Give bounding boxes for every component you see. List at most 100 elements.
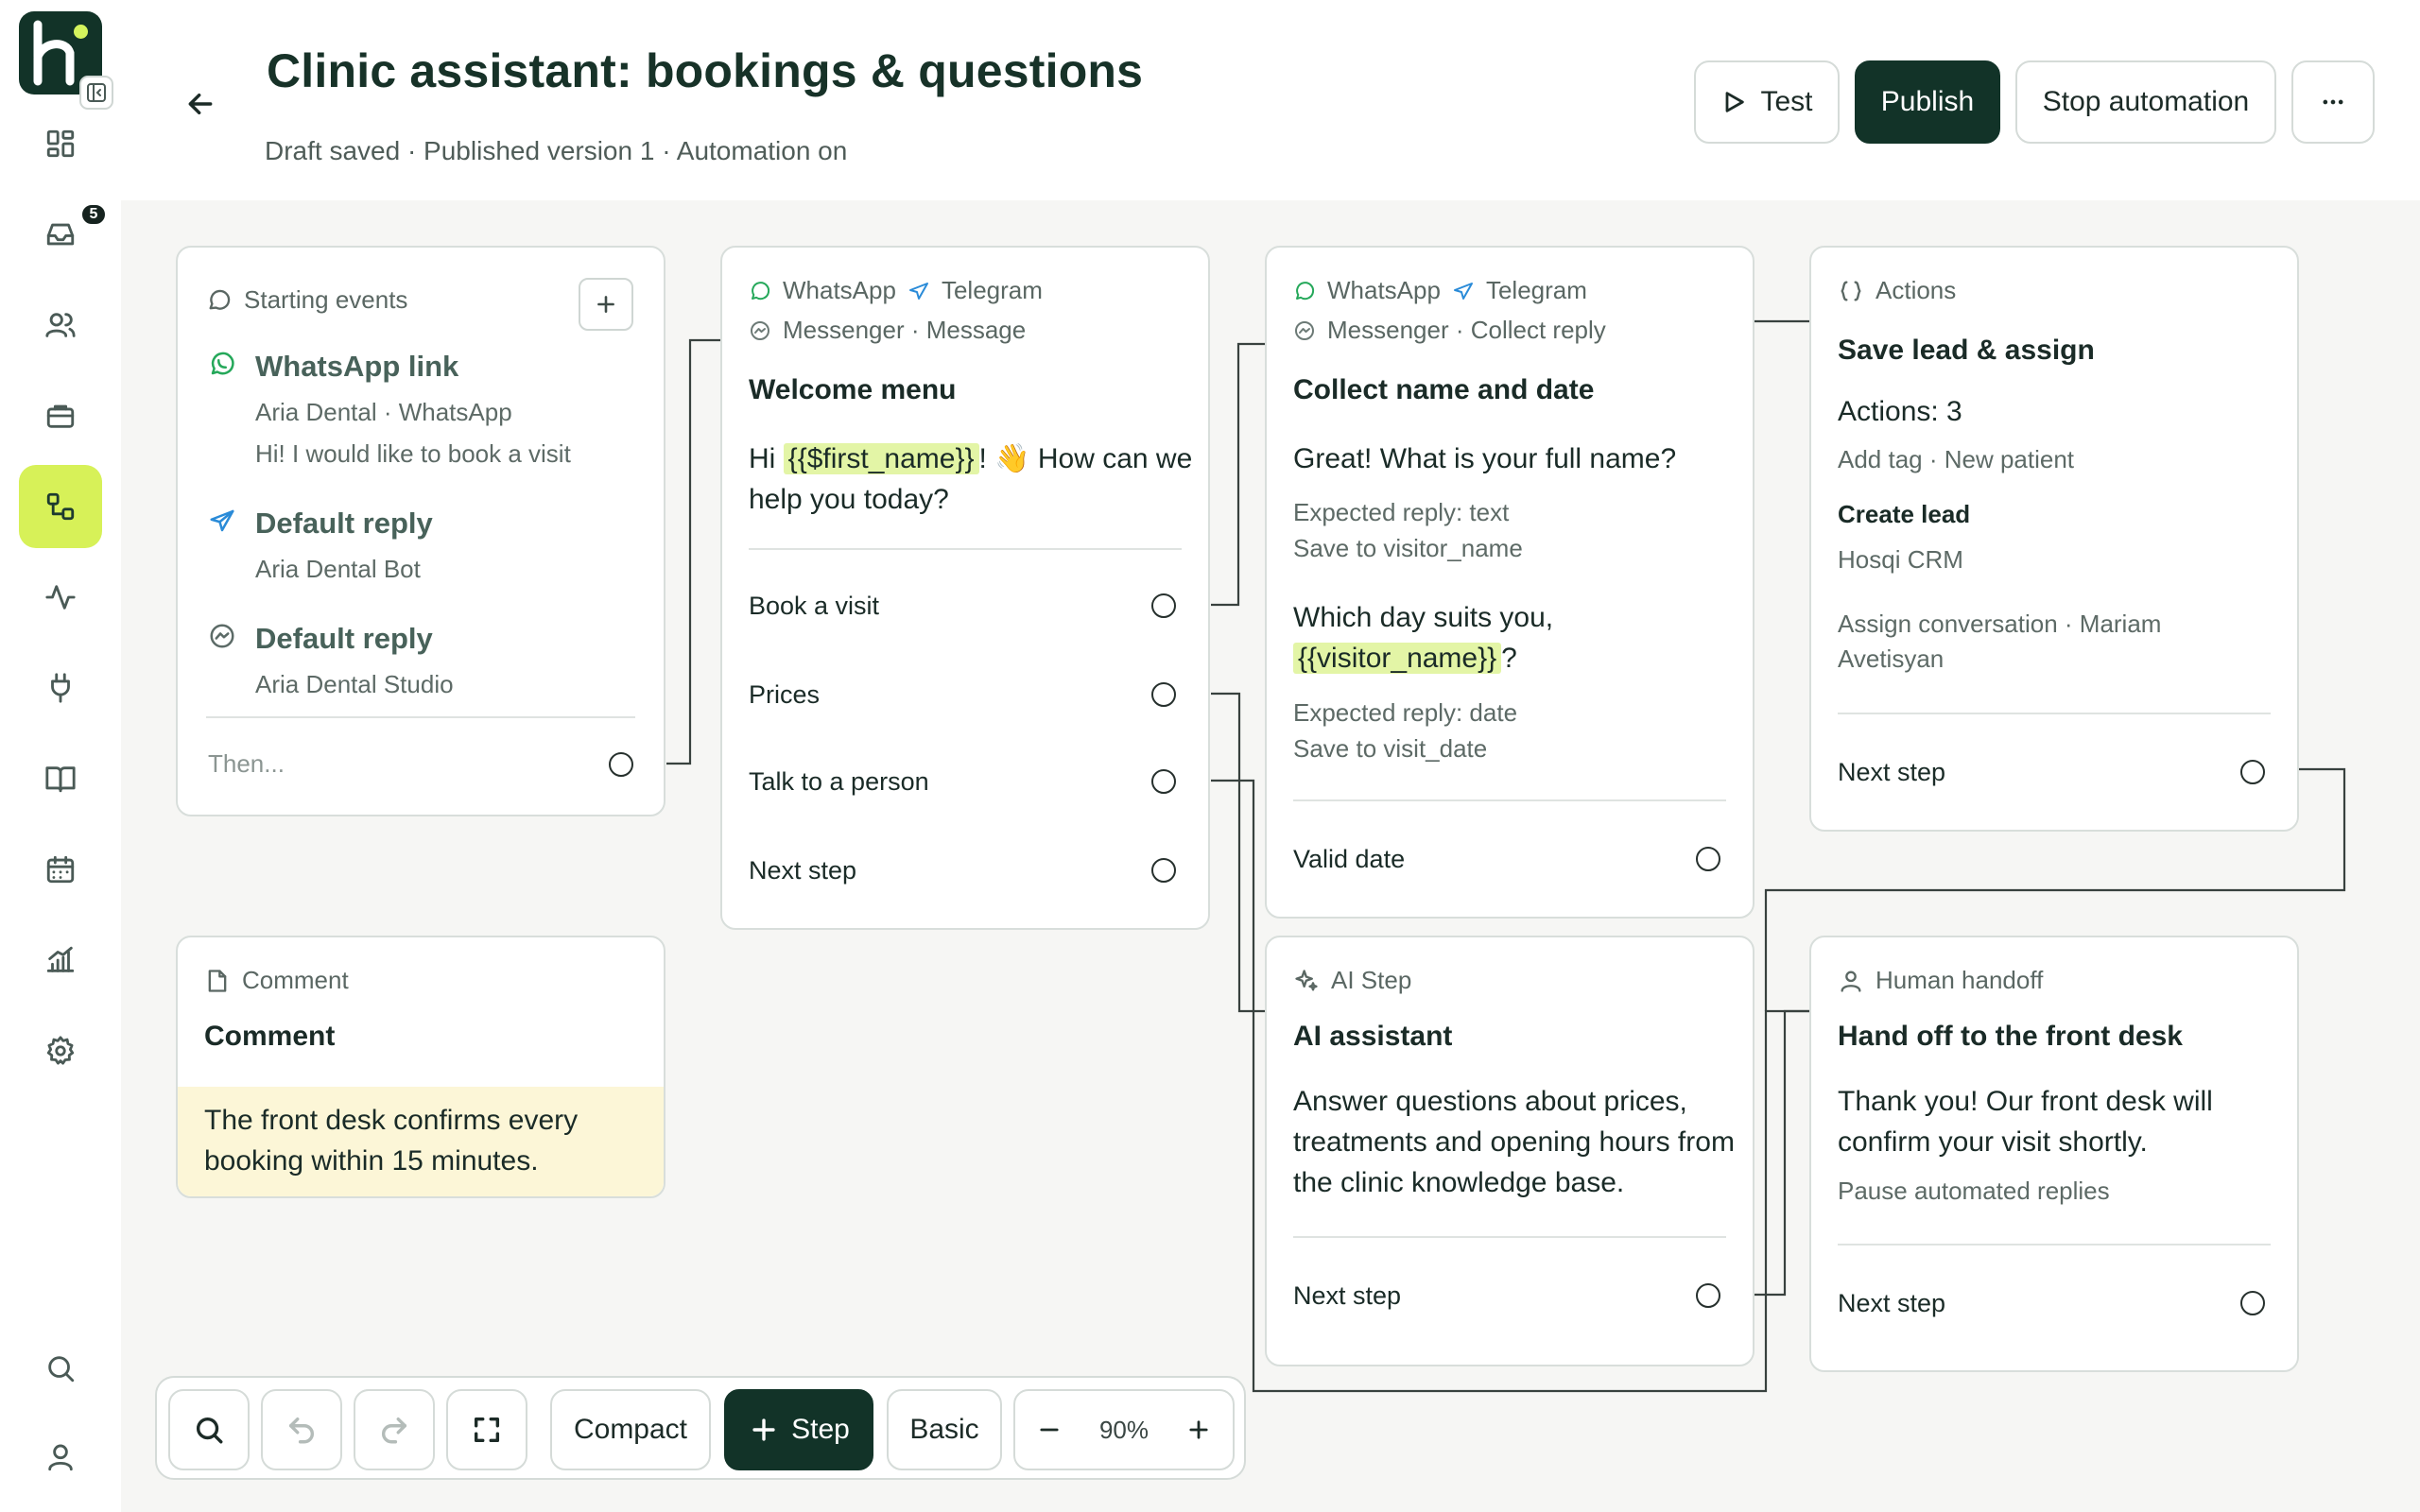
fit-view-button[interactable] [446, 1389, 527, 1470]
option-label: Book a visit [749, 592, 880, 620]
output-port[interactable] [1696, 847, 1720, 871]
trigger-title[interactable]: Default reply [255, 622, 433, 656]
expected-reply: Expected reply: date [1293, 698, 1518, 727]
card-channels-2: Messenger · Collect reply [1293, 316, 1606, 345]
nav-analytics[interactable] [19, 919, 102, 1002]
telegram-icon [1453, 282, 1473, 300]
card-header: Human handoff [1838, 966, 2043, 995]
zoom-controls: 90% [1013, 1389, 1235, 1470]
action-tag: Add tag · New patient [1838, 445, 2075, 473]
compact-view-button[interactable]: Compact [550, 1389, 711, 1470]
test-button[interactable]: Test [1694, 60, 1840, 144]
page-header: Clinic assistant: bookings & questions D… [121, 0, 2420, 200]
actions-card[interactable]: Actions Save lead & assign Actions: 3 Ad… [1809, 246, 2299, 832]
nav-settings[interactable] [19, 1009, 102, 1092]
starting-events-card[interactable]: Starting events WhatsApp link Aria Denta… [176, 246, 666, 816]
search-icon [196, 1417, 223, 1444]
trigger-title[interactable]: Default reply [255, 507, 433, 541]
divider [206, 716, 635, 718]
redo-icon [382, 1417, 407, 1444]
nav-deals[interactable] [19, 374, 102, 457]
canvas-search-button[interactable] [168, 1389, 250, 1470]
flow-canvas[interactable]: Starting events WhatsApp link Aria Denta… [121, 200, 2420, 1512]
test-label: Test [1760, 86, 1813, 117]
channel-whatsapp: WhatsApp [1327, 276, 1441, 304]
zoom-in-button[interactable] [1165, 1391, 1233, 1469]
card-header: AI Step [1293, 966, 1411, 995]
minus-icon [1040, 1428, 1059, 1432]
telegram-icon [908, 282, 928, 300]
human-handoff-card[interactable]: Human handoff Hand off to the front desk… [1809, 936, 2299, 1372]
output-port[interactable] [1696, 1283, 1720, 1308]
briefcase-icon [46, 404, 75, 428]
arrow-left-icon [188, 93, 213, 115]
actions-count: Actions: 3 [1838, 396, 1962, 427]
message-text: Hi {{$first_name}}! 👋 How can we help yo… [749, 438, 1193, 520]
card-header: Starting events [206, 285, 407, 315]
option-label: Next step [749, 856, 857, 885]
trigger-detail: Aria Dental Studio [255, 670, 454, 698]
action-assign: Assign conversation · Mariam Avetisyan [1838, 610, 2162, 673]
output-port[interactable] [1151, 769, 1176, 794]
trigger-detail: Aria Dental Bot [255, 555, 421, 583]
output-port[interactable] [1151, 682, 1176, 707]
analytics-icon [46, 946, 75, 972]
redo-button[interactable] [354, 1389, 435, 1470]
logo-dot [74, 25, 88, 39]
nav-inbox[interactable]: 5 [19, 193, 108, 276]
trigger-detail: Aria Dental · WhatsApp [255, 398, 512, 426]
add-step-button[interactable]: Step [724, 1389, 873, 1470]
card-title: Save lead & assign [1838, 335, 2095, 366]
nav-profile[interactable] [19, 1416, 102, 1499]
nav-activity[interactable] [19, 556, 102, 639]
back-button[interactable] [178, 81, 223, 127]
messenger-icon [751, 320, 769, 340]
plus-icon [597, 296, 614, 313]
sidebar: 5 [0, 0, 121, 1512]
option-label: Talk to a person [749, 767, 929, 796]
calendar-icon [46, 855, 75, 884]
more-options-button[interactable] [2291, 60, 2375, 144]
whatsapp-icon [752, 281, 770, 300]
trigger-title[interactable]: WhatsApp link [255, 350, 458, 384]
app-logo[interactable] [19, 11, 113, 110]
collect-reply-card[interactable]: WhatsApp Telegram Messenger · Collect re… [1265, 246, 1754, 919]
nav-calendar[interactable] [19, 828, 102, 911]
output-port[interactable] [609, 752, 633, 777]
output-port[interactable] [1151, 858, 1176, 883]
undo-button[interactable] [261, 1389, 342, 1470]
trigger-whatsapp-icon [208, 350, 238, 380]
nav-dashboard[interactable] [19, 102, 102, 185]
basic-mode-button[interactable]: Basic [887, 1389, 1002, 1470]
question-text: Which day suits you, {{visitor_name}}? [1293, 597, 1737, 679]
nav-automations[interactable] [19, 465, 102, 548]
fullscreen-icon [474, 1417, 500, 1443]
nav-contacts[interactable] [19, 284, 102, 367]
nav-knowledge[interactable] [19, 737, 102, 820]
trigger-telegram-icon [208, 507, 238, 537]
output-port[interactable] [2240, 1291, 2265, 1315]
comment-card[interactable]: Comment Comment The front desk confirms … [176, 936, 666, 1198]
sparkles-icon [1295, 969, 1318, 990]
basic-label: Basic [909, 1414, 979, 1445]
card-header-label: AI Step [1331, 966, 1412, 994]
stop-automation-label: Stop automation [2042, 86, 2250, 117]
stop-automation-button[interactable]: Stop automation [2015, 60, 2276, 144]
nav-search[interactable] [19, 1327, 102, 1410]
output-port[interactable] [1151, 593, 1176, 618]
card-title: Welcome menu [749, 374, 957, 405]
add-starting-event-button[interactable] [579, 278, 633, 331]
publish-button[interactable]: Publish [1855, 60, 2000, 144]
welcome-menu-card[interactable]: WhatsApp Telegram Messenger · Message We… [720, 246, 1210, 930]
channel-whatsapp: WhatsApp [783, 276, 896, 304]
card-title: Hand off to the front desk [1838, 1021, 2183, 1052]
nav-integrations[interactable] [19, 646, 102, 730]
whatsapp-icon [1296, 281, 1315, 300]
dashboard-icon [46, 129, 75, 158]
output-label: Next step [1838, 758, 1946, 786]
output-port[interactable] [2240, 760, 2265, 784]
save-to-field: Save to visit_date [1293, 734, 1488, 763]
card-header-label: Starting events [244, 285, 408, 314]
zoom-out-button[interactable] [1015, 1391, 1083, 1469]
ai-step-card[interactable]: AI Step AI assistant Answer questions ab… [1265, 936, 1754, 1366]
